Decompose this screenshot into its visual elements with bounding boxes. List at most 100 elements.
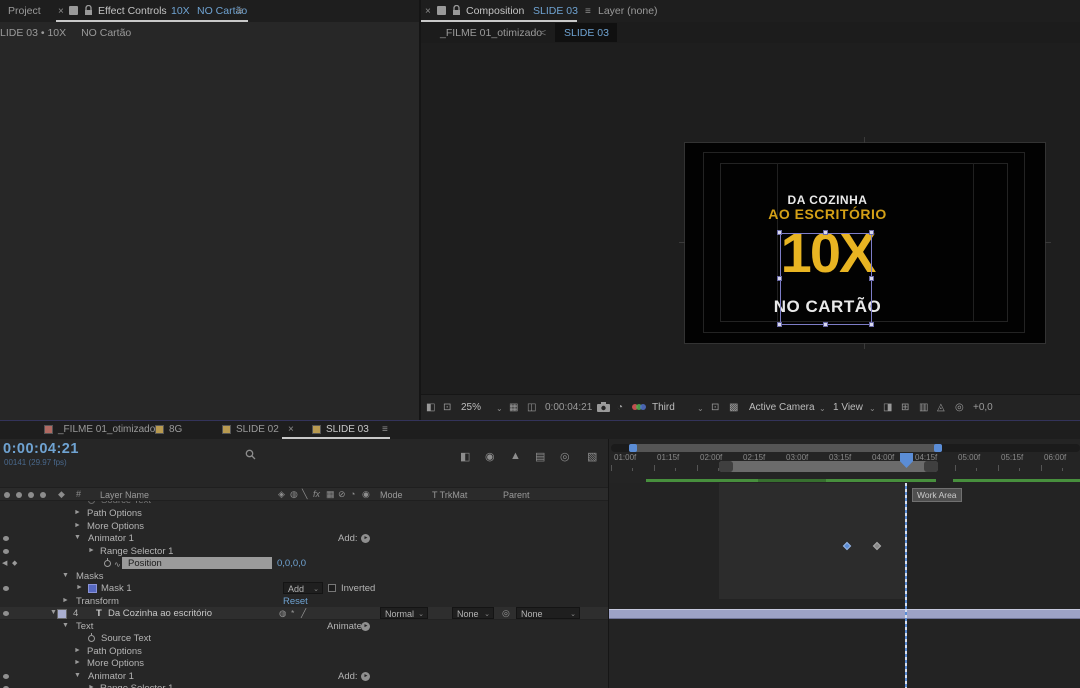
- close-icon[interactable]: ×: [425, 6, 431, 17]
- twirl-icon[interactable]: ►: [62, 597, 69, 604]
- selection-handle[interactable]: [777, 322, 782, 327]
- timeline-scrollbar[interactable]: [611, 444, 1080, 452]
- add-button[interactable]: [361, 672, 370, 681]
- eye-toggle-icon[interactable]: [3, 674, 9, 679]
- monitor-icon[interactable]: ⊡: [443, 402, 451, 413]
- timeline-row-range-selector-1[interactable]: ► Range Selector 1: [0, 682, 608, 688]
- rasterize-switch-icon[interactable]: *: [291, 608, 294, 618]
- timeline-row-more-options[interactable]: ►More Options: [0, 520, 608, 533]
- timeline-row-path-options[interactable]: ►Path Options: [0, 507, 608, 520]
- view-layout-dropdown[interactable]: 1 View: [833, 402, 863, 413]
- tab-effect-controls-layer1[interactable]: 10X: [171, 5, 190, 17]
- always-preview-icon[interactable]: ◧: [426, 402, 435, 413]
- twirl-icon[interactable]: ►: [88, 547, 95, 554]
- comp-mini-flowchart-icon[interactable]: ◧: [460, 450, 470, 463]
- parent-dropdown[interactable]: None⌄: [516, 607, 580, 619]
- property-label[interactable]: Transform: [76, 596, 119, 607]
- eye-toggle-icon[interactable]: [3, 611, 9, 616]
- parent-pickwhip-icon[interactable]: ◎: [502, 608, 510, 619]
- timeline-row-more-options[interactable]: ► More Options: [0, 657, 608, 670]
- playhead-line[interactable]: [905, 483, 907, 688]
- work-area-end-handle[interactable]: [924, 461, 938, 472]
- current-time-display[interactable]: 0:00:04:21: [545, 402, 592, 413]
- timeline-row-range-selector-1[interactable]: ► Range Selector 1: [0, 545, 608, 558]
- property-label[interactable]: Animator 1: [88, 671, 134, 682]
- timeline-row-position[interactable]: ◀◆∿Position0,0,0,0: [0, 557, 608, 570]
- property-label[interactable]: Animator 1: [88, 533, 134, 544]
- timeline-row-animator-1[interactable]: ▼Animator 1Add:: [0, 532, 608, 545]
- property-label[interactable]: Masks: [76, 571, 103, 582]
- close-icon[interactable]: ×: [288, 424, 294, 435]
- twirl-icon[interactable]: ▼: [50, 609, 57, 616]
- chevron-down-icon[interactable]: ⌄: [819, 404, 826, 413]
- scrollbar-handle-left[interactable]: [629, 444, 637, 452]
- twirl-icon[interactable]: ►: [76, 584, 83, 591]
- work-area-start-handle[interactable]: [719, 461, 733, 472]
- timeline-row-text[interactable]: ▼TextAnimate:: [0, 620, 608, 633]
- property-label[interactable]: Source Text: [101, 501, 151, 506]
- timeline-button-icon[interactable]: ▥: [919, 402, 928, 413]
- timeline-row-masks[interactable]: ▼Masks: [0, 570, 608, 583]
- keyframe-nav-diamond-icon[interactable]: ◆: [12, 559, 17, 567]
- timeline-row-da-cozinha-ao-escrit-rio[interactable]: ▼4TDa Cozinha ao escritório◍*╱Normal⌄Non…: [0, 607, 608, 620]
- tab-effect-controls[interactable]: Effect Controls: [98, 5, 167, 17]
- twirl-icon[interactable]: ►: [88, 684, 95, 688]
- mask-color-swatch[interactable]: [88, 584, 97, 593]
- show-snapshot-icon[interactable]: ◔: [617, 402, 623, 413]
- property-label[interactable]: More Options: [87, 658, 144, 669]
- selection-handle[interactable]: [777, 276, 782, 281]
- panel-menu-icon[interactable]: ≡: [585, 6, 591, 17]
- solo-column-icon[interactable]: [28, 492, 34, 498]
- threed-switch-icon[interactable]: ◉: [362, 489, 370, 500]
- layer-name[interactable]: Da Cozinha ao escritório: [108, 608, 212, 619]
- collapse-switch-icon[interactable]: ◍: [290, 489, 298, 500]
- tab-composition[interactable]: Composition: [466, 5, 524, 17]
- mask-label[interactable]: Mask 1: [101, 583, 132, 594]
- pixel-aspect-icon[interactable]: ◨: [883, 402, 892, 413]
- audio-column-icon[interactable]: [16, 492, 22, 498]
- selected-property-bar[interactable]: Position: [122, 557, 272, 569]
- mask-visibility-icon[interactable]: ◫: [527, 402, 536, 413]
- twirl-icon[interactable]: ►: [74, 647, 81, 654]
- keyframe-nav-left-icon[interactable]: ◀: [2, 559, 7, 567]
- lock-icon[interactable]: [452, 5, 461, 16]
- label-column-icon[interactable]: ◆: [58, 489, 65, 500]
- video-column-icon[interactable]: [4, 492, 10, 498]
- timeline-row-animator-1[interactable]: ▼Animator 1Add:: [0, 670, 608, 683]
- timeline-scrollbar-thumb[interactable]: [631, 444, 941, 452]
- panel-menu-icon[interactable]: ≡: [382, 424, 388, 435]
- timeline-ruler-zone[interactable]: 01:00f01:15f02:00f02:15f03:00f03:15f04:0…: [608, 439, 1080, 483]
- snapshot-camera-icon[interactable]: [597, 402, 610, 412]
- timeline-tab-2[interactable]: SLIDE 02: [236, 424, 279, 435]
- eye-toggle-icon[interactable]: [3, 549, 9, 554]
- motion-blur-switch-icon[interactable]: ⊘: [338, 489, 346, 500]
- chevron-down-icon[interactable]: ⌄: [869, 404, 876, 413]
- property-label[interactable]: Path Options: [87, 646, 142, 657]
- stopwatch-icon[interactable]: [88, 635, 95, 642]
- chevron-down-icon[interactable]: ⌄: [496, 404, 503, 413]
- layer-color-swatch[interactable]: [57, 609, 67, 619]
- selection-handle[interactable]: [823, 230, 828, 235]
- timeline-tab-3[interactable]: SLIDE 03: [326, 424, 369, 435]
- property-label[interactable]: Position: [128, 558, 162, 569]
- camera-view-dropdown[interactable]: Active Camera: [749, 402, 815, 413]
- add-button[interactable]: [361, 534, 370, 543]
- blend-mode-dropdown[interactable]: Normal⌄: [380, 607, 428, 619]
- fast-previews-icon[interactable]: ⊞: [901, 402, 909, 413]
- timeline-row-source-text[interactable]: Source Text: [0, 632, 608, 645]
- property-label[interactable]: Range Selector 1: [100, 546, 173, 557]
- frame-blending-icon[interactable]: ▤: [535, 450, 545, 463]
- number-column-icon[interactable]: #: [76, 489, 81, 499]
- adjustment-switch-icon[interactable]: ◔: [350, 489, 355, 499]
- draft-preview-icon[interactable]: ◉: [485, 450, 495, 463]
- graph-editor-icon[interactable]: ▧: [587, 450, 597, 463]
- eye-toggle-icon[interactable]: [3, 536, 9, 541]
- twirl-icon[interactable]: ▼: [62, 622, 69, 629]
- scrollbar-handle-right[interactable]: [934, 444, 942, 452]
- timeline-graph-area[interactable]: Work Area: [608, 483, 1080, 688]
- timeline-row-transform[interactable]: ►TransformReset: [0, 595, 608, 608]
- property-label[interactable]: Range Selector 1: [100, 683, 173, 688]
- twirl-icon[interactable]: ▼: [74, 672, 81, 679]
- twirl-icon[interactable]: ►: [74, 659, 81, 666]
- layer-duration-bar[interactable]: [609, 609, 1080, 619]
